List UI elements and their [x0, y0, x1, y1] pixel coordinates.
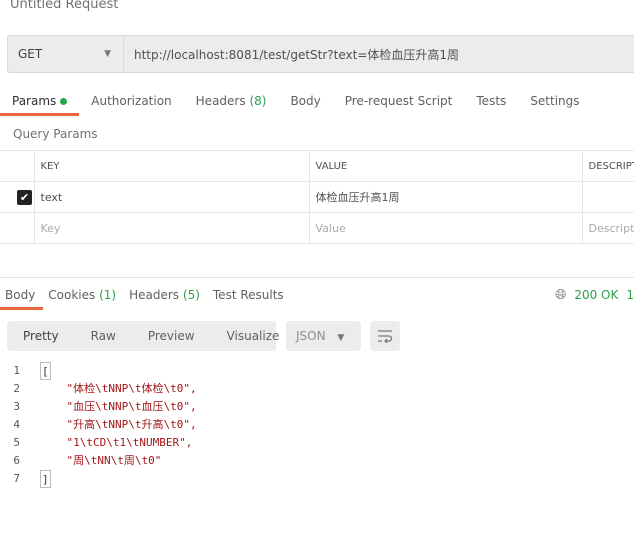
cookies-count: (1) [99, 288, 117, 302]
code-line: 1[ [0, 362, 197, 380]
tab-params[interactable]: Params [0, 90, 80, 116]
line-number: 4 [13, 418, 20, 431]
code-text: "周\tNN\t周\t0" [40, 454, 162, 467]
url-bar: GET ▼ http://localhost:8081/test/getStr?t… [7, 35, 634, 73]
wrap-lines-button[interactable] [370, 321, 400, 351]
headers-count: (8) [249, 94, 267, 108]
header-description: DESCRIPT [581, 150, 634, 182]
table-row: ✔ text 体检血压升高1周 [0, 181, 634, 213]
code-text: "血压\tNNP\t血压\t0", [40, 400, 197, 413]
active-dot-icon [60, 98, 68, 105]
description-input[interactable]: Descript [581, 212, 634, 244]
view-raw[interactable]: Raw [75, 321, 132, 351]
table-row-empty: Key Value Descript [0, 212, 634, 244]
tab-headers[interactable]: Headers (8) [184, 90, 279, 116]
tab-response-body[interactable]: Body [0, 284, 44, 310]
query-params-label: Query Params [13, 127, 98, 141]
header-value: VALUE [308, 150, 583, 182]
param-description[interactable] [581, 181, 634, 213]
tab-authorization[interactable]: Authorization [79, 90, 183, 116]
tab-response-headers[interactable]: Headers (5) [124, 284, 208, 310]
request-tabs: Params Authorization Headers (8) Body Pr… [0, 90, 592, 116]
code-text: "体检\tNNP\t体检\t0", [40, 382, 197, 395]
code-line: 4 "升高\tNNP\t升高\t0", [0, 416, 197, 434]
response-status: 🌐︎ 200 OK 1 [555, 287, 634, 303]
response-body-code: 1[2 "体检\tNNP\t体检\t0", 3 "血压\tNNP\t血压\t0",… [0, 362, 197, 488]
tab-pre-request-script[interactable]: Pre-request Script [333, 90, 465, 116]
tab-tests[interactable]: Tests [464, 90, 518, 116]
chevron-down-icon: ▼ [337, 333, 345, 343]
url-input[interactable]: http://localhost:8081/test/getStr?text=体… [124, 36, 459, 72]
line-number: 6 [13, 454, 20, 467]
format-label: JSON [296, 329, 326, 343]
headers-count: (5) [182, 288, 200, 302]
tab-cookies[interactable]: Cookies (1) [43, 284, 124, 310]
chevron-down-icon: ▼ [104, 49, 111, 59]
line-number: 1 [13, 364, 20, 377]
empty-check [0, 212, 35, 244]
code-line: 7] [0, 470, 197, 488]
view-visualize[interactable]: Visualize [211, 321, 296, 351]
header-check [0, 150, 35, 182]
view-mode-selector: Pretty Raw Preview Visualize [7, 321, 279, 351]
line-number: 5 [13, 436, 20, 449]
checkbox-checked[interactable]: ✔ [17, 189, 32, 205]
globe-icon[interactable]: 🌐︎ [555, 287, 566, 303]
row-checkbox-cell: ✔ [0, 181, 35, 213]
tab-label: Cookies [48, 288, 96, 302]
header-key: KEY [33, 150, 310, 182]
request-title: Untitled Request [10, 0, 119, 12]
line-number: 7 [13, 472, 20, 485]
line-number: 3 [13, 400, 20, 413]
method-select[interactable]: GET ▼ [8, 36, 124, 72]
method-label: GET [18, 47, 43, 61]
line-number: 2 [13, 382, 20, 395]
param-value[interactable]: 体检血压升高1周 [308, 181, 583, 213]
tab-test-results[interactable]: Test Results [208, 284, 292, 310]
divider [0, 277, 634, 278]
code-text: "升高\tNNP\t升高\t0", [40, 418, 197, 431]
tab-label: Headers [195, 94, 246, 108]
value-input[interactable]: Value [308, 212, 583, 244]
view-preview[interactable]: Preview [132, 321, 211, 351]
tab-settings[interactable]: Settings [518, 90, 591, 116]
tab-body[interactable]: Body [278, 90, 332, 116]
tab-label: Params [12, 94, 57, 108]
param-key[interactable]: text [33, 181, 310, 213]
code-text: ] [40, 470, 51, 488]
params-table: KEY VALUE DESCRIPT ✔ text 体检血压升高1周 Key V… [0, 150, 634, 244]
table-header: KEY VALUE DESCRIPT [0, 150, 634, 182]
code-line: 6 "周\tNN\t周\t0" [0, 452, 197, 470]
wrap-icon [378, 330, 393, 343]
code-text: [ [40, 362, 51, 380]
status-code: 200 OK [574, 288, 619, 302]
tab-label: Headers [129, 288, 180, 302]
key-input[interactable]: Key [33, 212, 310, 244]
code-line: 5 "1\tCD\t1\tNUMBER", [0, 434, 197, 452]
code-line: 3 "血压\tNNP\t血压\t0", [0, 398, 197, 416]
view-pretty[interactable]: Pretty [7, 321, 75, 351]
response-tabs: Body Cookies (1) Headers (5) Test Result… [0, 284, 292, 310]
format-select[interactable]: JSON ▼ [286, 321, 361, 351]
code-line: 2 "体检\tNNP\t体检\t0", [0, 380, 197, 398]
code-text: "1\tCD\t1\tNUMBER", [40, 436, 193, 449]
response-time: 1 [626, 288, 634, 302]
